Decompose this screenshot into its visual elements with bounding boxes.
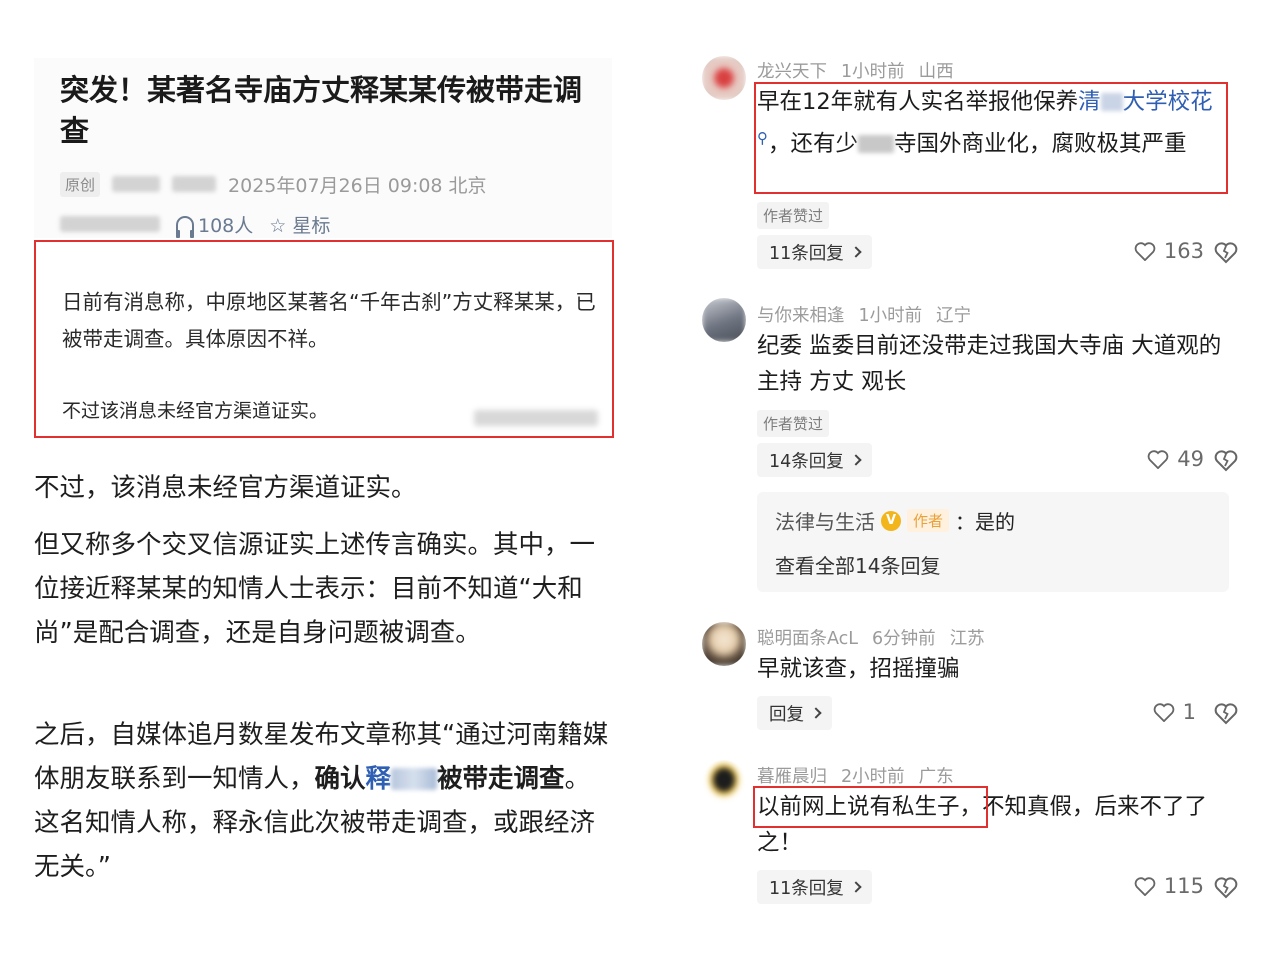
comment-region: 辽宁 [936, 306, 972, 326]
comment-time: 6分钟前 [872, 629, 936, 649]
name-link[interactable]: 释 [366, 764, 438, 794]
like-button[interactable]: 163 [1134, 239, 1204, 263]
comment-meta: 龙兴天下 1小时前 山西 [757, 58, 954, 83]
article-title: 突发！某著名寺庙方丈释某某传被带走调查 [60, 73, 583, 148]
avatar[interactable] [702, 56, 746, 100]
comment-meta: 暮雁晨归 2小时前 广东 [757, 763, 954, 788]
highlight-box [753, 786, 988, 828]
quoted-excerpt-highlight: 日前有消息称，中原地区某著名“千年古刹”方丈释某某，已被带走调查。具体原因不祥。… [34, 240, 614, 438]
article-meta: 原创 2025年07月26日 09:08 北京 [60, 170, 487, 198]
comment-time: 2小时前 [841, 767, 905, 787]
comment-text: 早就该查，招摇撞骗 [757, 656, 960, 682]
chevron-right-icon [850, 881, 862, 893]
view-replies-button[interactable]: 11条回复 [757, 870, 872, 904]
comment-time: 1小时前 [841, 62, 905, 82]
blurred-watermark [474, 410, 598, 426]
heart-icon [1134, 242, 1156, 261]
sub-reply-text: ：是的 [955, 510, 1016, 534]
like-button[interactable]: 49 [1147, 447, 1204, 471]
view-replies-button[interactable]: 11条回复 [757, 235, 872, 269]
like-button[interactable]: 1 [1153, 700, 1196, 724]
broken-heart-icon[interactable] [1214, 701, 1238, 725]
avatar[interactable] [702, 298, 746, 342]
sub-reply-line: 法律与生活 V 作者 ：是的 [775, 506, 1015, 535]
comment-region: 广东 [918, 767, 954, 787]
broken-heart-icon[interactable] [1214, 875, 1238, 899]
blurred-account[interactable] [172, 176, 217, 192]
blurred-name [391, 768, 438, 790]
reply-button[interactable]: 回复 [757, 696, 832, 730]
listen-button[interactable]: 108人 [176, 211, 253, 238]
sub-reply-box: 法律与生活 V 作者 ：是的 查看全部14条回复 [757, 492, 1229, 592]
comment-time: 1小时前 [858, 306, 923, 326]
quote-paragraph-1: 日前有消息称，中原地区某著名“千年古刹”方丈释某某，已被带走调查。具体原因不祥。 [62, 290, 596, 351]
heart-icon [1134, 877, 1156, 896]
author-liked-badge: 作者赞过 [757, 410, 830, 437]
comment-user[interactable]: 与你来相逢 [757, 302, 845, 327]
author-tag: 作者 [907, 509, 950, 532]
article-actions: 108人 ☆ 星标 [60, 210, 330, 238]
comment-text: 纪委 监委目前还没带走过我国大寺庙 大道观的 主持 方丈 观长 [757, 333, 1222, 395]
star-button[interactable]: ☆ 星标 [269, 211, 330, 238]
body-paragraph-2: 但又称多个交叉信源证实上述传言确实。其中，一位接近释某某的知情人士表示：目前不知… [34, 530, 596, 648]
broken-heart-icon[interactable] [1214, 448, 1238, 472]
avatar[interactable] [702, 760, 746, 804]
verified-v-icon: V [881, 510, 901, 531]
view-replies-button[interactable]: 14条回复 [757, 443, 872, 477]
heart-icon [1147, 450, 1169, 469]
chevron-right-icon [810, 707, 822, 719]
publish-date-location: 2025年07月26日 09:08 北京 [228, 174, 487, 197]
like-count: 1 [1182, 700, 1196, 724]
blurred-author [112, 176, 161, 192]
sub-reply-user[interactable]: 法律与生活 [775, 506, 875, 535]
chevron-right-icon [850, 246, 862, 258]
comment-region: 山西 [918, 62, 954, 82]
quote-paragraph-2: 不过该消息未经官方渠道证实。 [62, 400, 329, 422]
comment-meta: 与你来相逢 1小时前 辽宁 [757, 302, 971, 327]
comments-panel: 龙兴天下 1小时前 山西 早在12年就有人实名举报他保养清 大学校花⚲，还有少 寺国… [640, 0, 1280, 960]
comment-user[interactable]: 暮雁晨归 [757, 763, 827, 788]
heart-icon [1153, 703, 1174, 722]
avatar[interactable] [702, 622, 746, 666]
comment-region: 江苏 [949, 629, 985, 649]
headphone-icon [176, 215, 194, 238]
broken-heart-icon[interactable] [1214, 240, 1238, 264]
chevron-right-icon [850, 454, 862, 466]
body-paragraph-1: 不过，该消息未经官方渠道证实。 [34, 473, 417, 503]
like-count: 49 [1177, 447, 1204, 471]
author-liked-badge: 作者赞过 [757, 202, 830, 229]
blurred-source [60, 216, 160, 232]
like-count: 163 [1163, 239, 1204, 263]
highlight-box [754, 82, 1228, 194]
view-all-replies-link[interactable]: 查看全部14条回复 [775, 550, 940, 579]
comment-meta: 聪明面条AcL 6分钟前 江苏 [757, 625, 985, 650]
article-panel: 突发！某著名寺庙方丈释某某传被带走调查 原创 2025年07月26日 09:08… [0, 0, 640, 960]
comment-user[interactable]: 聪明面条AcL [757, 625, 858, 650]
like-count: 115 [1163, 874, 1204, 898]
original-badge: 原创 [60, 171, 101, 197]
like-button[interactable]: 115 [1134, 874, 1204, 898]
comment-user[interactable]: 龙兴天下 [757, 58, 827, 83]
body-paragraph-3: 之后，自媒体追月数星发布文章称其“通过河南籍媒体朋友联系到一知情人，确认释 被带走… [34, 720, 609, 882]
